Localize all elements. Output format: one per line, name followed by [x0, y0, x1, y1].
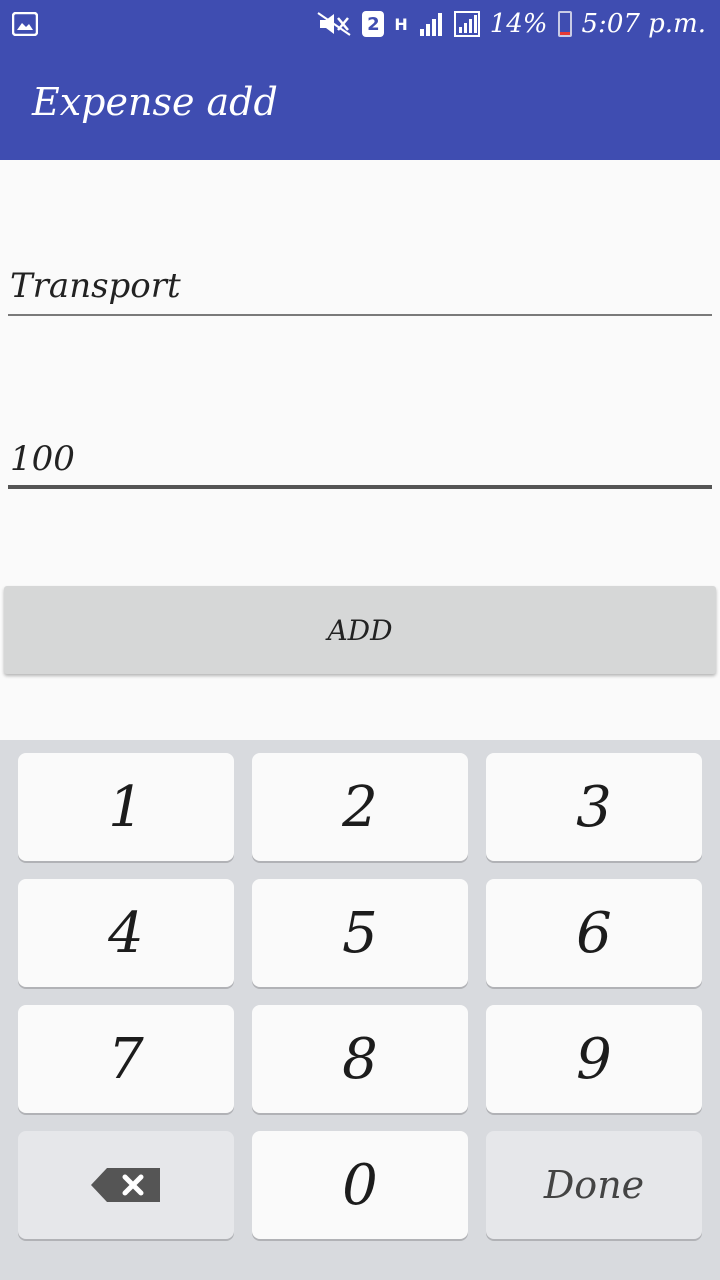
network-type-label: H: [394, 14, 408, 34]
backspace-key[interactable]: [18, 1131, 234, 1239]
clock: 5:07 p.m.: [581, 9, 706, 39]
key-5[interactable]: 5: [252, 879, 468, 987]
mute-icon: [317, 12, 351, 36]
amount-underline: [8, 485, 712, 489]
battery-icon: [557, 11, 572, 37]
status-bar: 2 H 14% 5:07 p.m.: [0, 0, 720, 48]
category-underline: [8, 314, 712, 316]
numeric-keyboard: 1 2 3 4 5 6 7 8 9 0 Done: [0, 740, 720, 1280]
key-0[interactable]: 0: [252, 1131, 468, 1239]
sim-icon: 2: [362, 11, 385, 37]
key-1[interactable]: 1: [18, 753, 234, 861]
key-7[interactable]: 7: [18, 1005, 234, 1113]
amount-value: 100: [10, 439, 75, 479]
signal-icon: [453, 11, 480, 37]
app-bar: Expense add: [0, 48, 720, 160]
gallery-notification-icon: [12, 12, 38, 36]
page-title: Expense add: [32, 80, 278, 124]
backspace-icon: [91, 1168, 160, 1202]
signal-icon: [419, 13, 442, 36]
key-3[interactable]: 3: [486, 753, 702, 861]
amount-field[interactable]: 100: [8, 420, 712, 489]
key-8[interactable]: 8: [252, 1005, 468, 1113]
battery-percent: 14%: [489, 9, 548, 39]
category-value: Transport: [10, 266, 181, 306]
key-4[interactable]: 4: [18, 879, 234, 987]
status-indicators: 2 H 14% 5:07 p.m.: [316, 6, 706, 42]
done-label: Done: [543, 1163, 645, 1207]
done-key[interactable]: Done: [486, 1131, 702, 1239]
key-2[interactable]: 2: [252, 753, 468, 861]
key-6[interactable]: 6: [486, 879, 702, 987]
key-9[interactable]: 9: [486, 1005, 702, 1113]
category-field[interactable]: Transport: [8, 250, 712, 316]
add-button[interactable]: ADD: [4, 586, 716, 674]
